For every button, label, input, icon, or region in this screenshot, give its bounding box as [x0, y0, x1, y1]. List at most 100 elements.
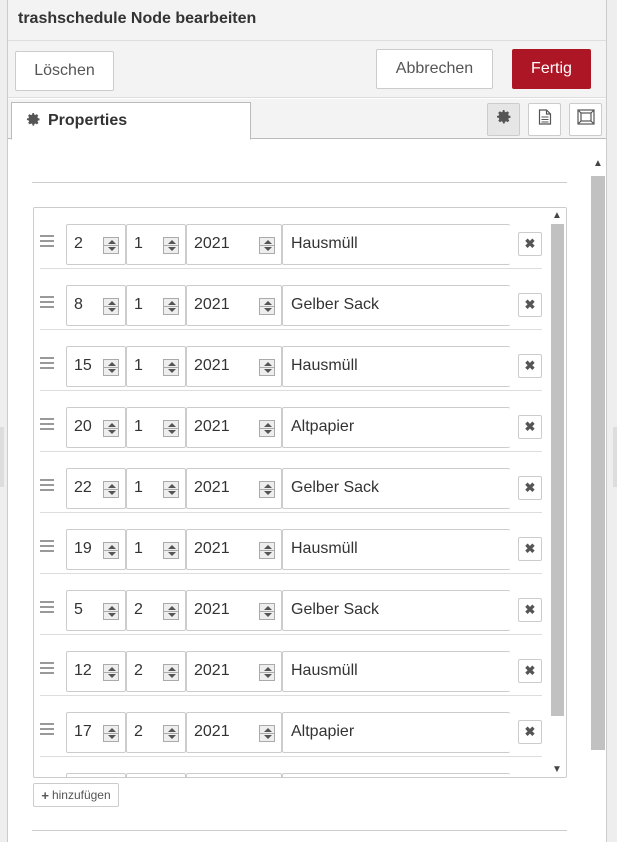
drag-handle-icon[interactable] [40, 479, 54, 494]
day-input[interactable]: 22 [66, 468, 126, 509]
spinner-arrows-icon[interactable] [259, 664, 275, 681]
drag-handle-icon[interactable] [40, 357, 54, 372]
remove-icon[interactable]: ✖ [518, 598, 542, 622]
scroll-up-icon[interactable]: ▲ [552, 210, 562, 221]
spinner-arrows-icon[interactable] [163, 359, 179, 376]
drag-handle-icon[interactable] [40, 540, 54, 555]
month-input[interactable]: 2 [126, 712, 186, 753]
month-input[interactable]: 1 [126, 407, 186, 448]
trash-type-input[interactable]: Gelber Sack [282, 468, 510, 509]
cancel-button[interactable]: Abbrechen [376, 49, 493, 89]
month-input[interactable]: 2 [126, 651, 186, 692]
month-input[interactable] [126, 773, 186, 777]
trash-type-input[interactable]: Gelber Sack [282, 285, 510, 326]
year-input[interactable]: 2021 [186, 651, 282, 692]
spinner-arrows-icon[interactable] [103, 420, 119, 437]
year-input[interactable]: 2021 [186, 590, 282, 631]
appearance-tab-button[interactable] [569, 103, 602, 136]
spinner-arrows-icon[interactable] [163, 603, 179, 620]
drag-handle-icon[interactable] [40, 235, 54, 250]
add-entry-button[interactable]: + hinzufügen [33, 783, 119, 807]
day-input[interactable]: 2 [66, 224, 126, 265]
remove-icon[interactable]: ✖ [518, 293, 542, 317]
spinner-arrows-icon[interactable] [163, 420, 179, 437]
day-input[interactable]: 15 [66, 346, 126, 387]
remove-icon[interactable]: ✖ [518, 659, 542, 683]
year-input[interactable]: 2021 [186, 224, 282, 265]
remove-icon[interactable]: ✖ [518, 720, 542, 744]
day-input[interactable]: 17 [66, 712, 126, 753]
day-input[interactable]: 12 [66, 651, 126, 692]
scroll-up-icon[interactable]: ▲ [593, 158, 603, 169]
trash-type-input[interactable] [282, 773, 510, 777]
day-input[interactable] [66, 773, 126, 777]
spinner-arrows-icon[interactable] [103, 298, 119, 315]
month-input[interactable]: 1 [126, 346, 186, 387]
spinner-arrows-icon[interactable] [163, 664, 179, 681]
spinner-arrows-icon[interactable] [259, 725, 275, 742]
month-input[interactable]: 2 [126, 590, 186, 631]
remove-icon[interactable]: ✖ [518, 537, 542, 561]
spinner-arrows-icon[interactable] [163, 481, 179, 498]
spinner-arrows-icon[interactable] [163, 298, 179, 315]
list-scroll-thumb[interactable] [551, 224, 564, 716]
month-input[interactable]: 1 [126, 224, 186, 265]
day-input[interactable]: 19 [66, 529, 126, 570]
drag-handle-icon[interactable] [40, 601, 54, 616]
spinner-arrows-icon[interactable] [103, 603, 119, 620]
panel-scrollbar[interactable]: ▲ [590, 158, 606, 838]
year-input[interactable]: 2021 [186, 712, 282, 753]
trash-type-input[interactable]: Hausmüll [282, 346, 510, 387]
spinner-arrows-icon[interactable] [163, 725, 179, 742]
month-input[interactable]: 1 [126, 529, 186, 570]
trash-type-input[interactable]: Hausmüll [282, 224, 510, 265]
spinner-arrows-icon[interactable] [259, 542, 275, 559]
year-input[interactable]: 2021 [186, 529, 282, 570]
spinner-arrows-icon[interactable] [259, 481, 275, 498]
spinner-arrows-icon[interactable] [103, 481, 119, 498]
done-button[interactable]: Fertig [512, 49, 591, 89]
list-scrollbar[interactable]: ▲ ▼ [548, 208, 566, 777]
description-tab-button[interactable] [528, 103, 561, 136]
delete-button[interactable]: Löschen [15, 51, 114, 91]
drag-handle-icon[interactable] [40, 418, 54, 433]
day-input[interactable]: 20 [66, 407, 126, 448]
spinner-arrows-icon[interactable] [259, 237, 275, 254]
spinner-arrows-icon[interactable] [103, 237, 119, 254]
spinner-arrows-icon[interactable] [103, 359, 119, 376]
spinner-arrows-icon[interactable] [259, 359, 275, 376]
trash-type-input[interactable]: Hausmüll [282, 651, 510, 692]
year-input[interactable] [186, 773, 282, 777]
spinner-arrows-icon[interactable] [103, 542, 119, 559]
right-resize-grip[interactable] [613, 427, 617, 487]
spinner-arrows-icon[interactable] [259, 603, 275, 620]
spinner-arrows-icon[interactable] [163, 237, 179, 254]
trash-type-input[interactable]: Gelber Sack [282, 590, 510, 631]
scroll-down-icon[interactable]: ▼ [552, 764, 562, 775]
left-resize-grip[interactable] [0, 427, 4, 487]
remove-icon[interactable]: ✖ [518, 232, 542, 256]
year-input[interactable]: 2021 [186, 468, 282, 509]
settings-tab-button[interactable] [487, 103, 520, 136]
trash-type-input[interactable]: Altpapier [282, 712, 510, 753]
spinner-arrows-icon[interactable] [259, 420, 275, 437]
day-input[interactable]: 5 [66, 590, 126, 631]
drag-handle-icon[interactable] [40, 296, 54, 311]
month-input[interactable]: 1 [126, 285, 186, 326]
day-input[interactable]: 8 [66, 285, 126, 326]
remove-icon[interactable]: ✖ [518, 415, 542, 439]
month-input[interactable]: 1 [126, 468, 186, 509]
trash-type-input[interactable]: Hausmüll [282, 529, 510, 570]
year-input[interactable]: 2021 [186, 285, 282, 326]
spinner-arrows-icon[interactable] [163, 542, 179, 559]
year-input[interactable]: 2021 [186, 407, 282, 448]
remove-icon[interactable]: ✖ [518, 354, 542, 378]
panel-scroll-thumb[interactable] [591, 176, 605, 750]
spinner-arrows-icon[interactable] [103, 664, 119, 681]
drag-handle-icon[interactable] [40, 723, 54, 738]
trash-type-input[interactable]: Altpapier [282, 407, 510, 448]
drag-handle-icon[interactable] [40, 662, 54, 677]
year-input[interactable]: 2021 [186, 346, 282, 387]
remove-icon[interactable]: ✖ [518, 476, 542, 500]
spinner-arrows-icon[interactable] [103, 725, 119, 742]
